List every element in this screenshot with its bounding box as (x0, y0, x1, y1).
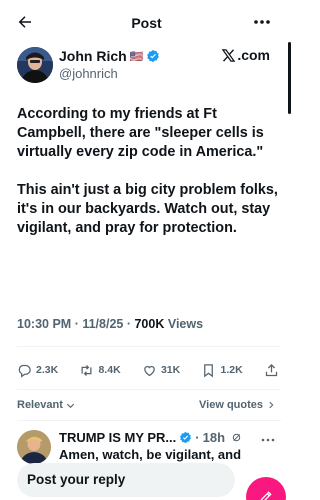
verified-badge-icon (179, 431, 192, 444)
avatar[interactable] (17, 430, 51, 464)
post-time: 10:30 PM (17, 317, 72, 331)
post-paragraph: This ain't just a big city problem folks… (17, 182, 278, 236)
post-author: John Rich 🇺🇸 @johnrich .com (17, 47, 283, 87)
post-meta: 10:30 PM · 11/8/25 · 700K Views (17, 317, 203, 331)
reply-count: 2.3K (36, 364, 59, 376)
divider (17, 346, 281, 347)
sort-label: Relevant (17, 399, 63, 411)
author-handle[interactable]: @johnrich (59, 66, 118, 81)
heart-icon (144, 365, 155, 376)
reply-sort-row: Relevant View quotes (17, 399, 276, 413)
reply-time: 18h (202, 430, 226, 445)
page-title: Post (131, 15, 162, 31)
sort-dropdown[interactable]: Relevant (17, 399, 76, 411)
divider (17, 389, 281, 390)
top-bar: Post (0, 0, 293, 44)
author-name-text: John Rich (59, 48, 127, 64)
like-count: 31K (160, 364, 181, 376)
reply-author-name: TRUMP IS MY PR... (59, 430, 177, 445)
repost-button[interactable]: 8.4K (79, 363, 121, 378)
reply-text: Amen, watch, be vigilant, and (59, 447, 242, 462)
post-text: According to my friends at Ft Campbell, … (17, 105, 279, 257)
more-horizontal-icon[interactable] (261, 432, 275, 442)
grok-icon[interactable] (231, 432, 242, 443)
view-quotes-label: View quotes (199, 399, 263, 411)
post-paragraph: According to my friends at Ft Campbell, … (17, 106, 264, 160)
chevron-down-icon (66, 403, 74, 408)
compose-icon (260, 491, 272, 500)
share-button[interactable] (264, 363, 279, 378)
author-name[interactable]: John Rich 🇺🇸 (59, 48, 160, 64)
bookmark-count: 1.2K (220, 364, 243, 376)
post-date: 11/8/25 (82, 317, 124, 331)
views-label: Views (167, 317, 204, 331)
reply-compose-input[interactable]: Post your reply (17, 463, 235, 497)
compose-fab-button[interactable] (246, 477, 286, 500)
reply-time-separator: · (195, 430, 200, 445)
reply-icon (18, 364, 31, 378)
scrollbar-thumb[interactable] (288, 42, 291, 114)
avatar[interactable] (17, 47, 53, 83)
bookmark-icon (204, 363, 214, 377)
chevron-right-icon (269, 401, 274, 409)
affiliate-link[interactable]: .com (221, 47, 270, 63)
flag-emoji: 🇺🇸 (129, 50, 144, 63)
more-horizontal-icon[interactable] (253, 14, 271, 30)
verified-badge-icon (146, 49, 160, 63)
divider (17, 420, 281, 421)
compose-placeholder: Post your reply (27, 472, 126, 487)
repost-count: 8.4K (98, 364, 121, 376)
repost-icon (81, 364, 92, 376)
reply-button[interactable]: 2.3K (17, 363, 58, 378)
like-button[interactable]: 31K (142, 363, 180, 378)
action-bar: 2.3K 8.4K 31K 1.2K (17, 360, 279, 380)
share-icon (265, 363, 278, 376)
bookmark-button[interactable]: 1.2K (201, 363, 243, 378)
views-count[interactable]: 700K (134, 317, 164, 331)
view-quotes-link[interactable]: View quotes (199, 399, 276, 411)
x-logo-icon (221, 48, 236, 63)
reply-author[interactable]: TRUMP IS MY PR... · 18h (59, 430, 242, 445)
affiliate-label: .com (237, 47, 270, 63)
